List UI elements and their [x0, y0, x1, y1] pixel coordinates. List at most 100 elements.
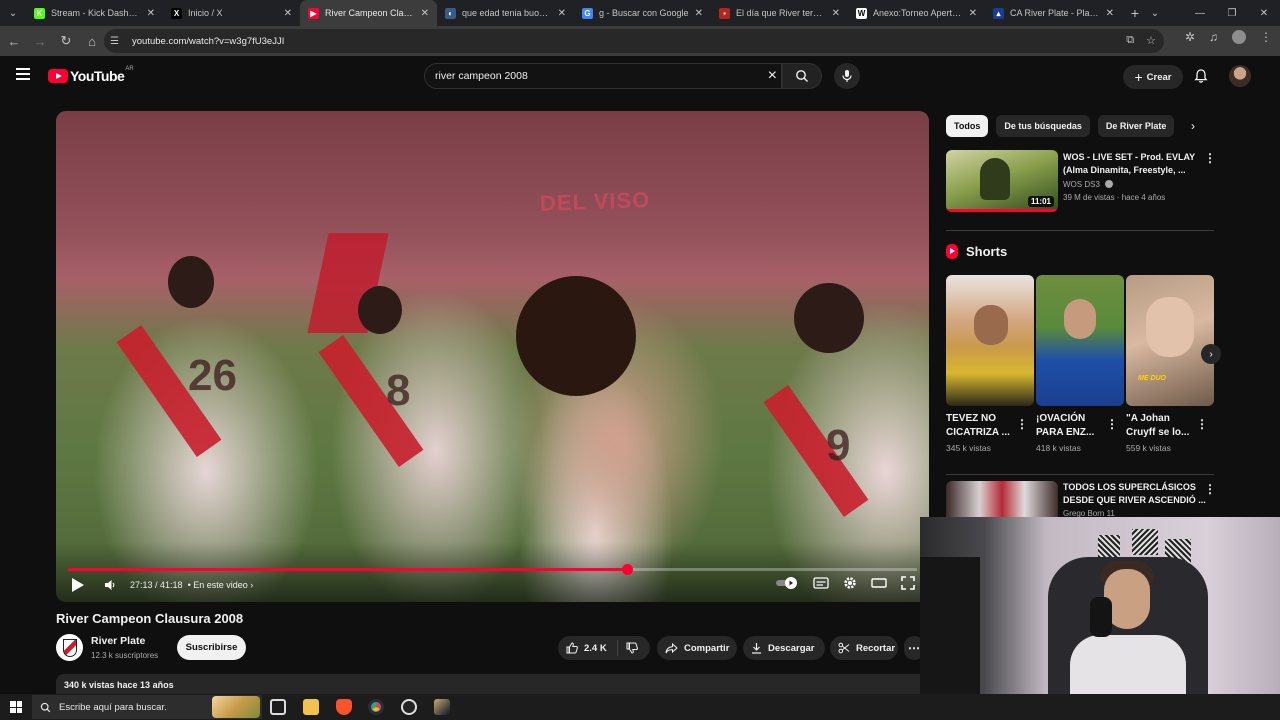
- youtube-logo[interactable]: YouTube AR: [48, 66, 134, 84]
- clip-button[interactable]: Recortar: [830, 636, 898, 660]
- filter-chip[interactable]: De tus búsquedas: [996, 115, 1090, 137]
- volume-icon[interactable]: [103, 578, 117, 592]
- league-client-icon[interactable]: [434, 699, 450, 715]
- chapter-link[interactable]: • En este video: [188, 580, 248, 590]
- account-avatar[interactable]: [1229, 65, 1251, 87]
- browser-tab[interactable]: K Stream - Kick Dashboard ✕: [26, 0, 163, 26]
- task-view-icon[interactable]: [270, 699, 286, 715]
- chips-next-icon[interactable]: ›: [1191, 119, 1195, 133]
- video-channel[interactable]: WOS DS3: [1063, 180, 1114, 189]
- download-icon: [752, 643, 761, 654]
- tab-favicon-icon: X: [171, 7, 182, 19]
- close-window-icon[interactable]: ✕: [1248, 0, 1280, 26]
- windows-start-icon[interactable]: [10, 701, 22, 713]
- file-explorer-icon[interactable]: [303, 699, 319, 715]
- tab-close-icon[interactable]: ✕: [1106, 8, 1114, 19]
- webcam-overlay: [920, 517, 1280, 694]
- autoplay-toggle-icon[interactable]: [775, 576, 799, 590]
- dislike-button[interactable]: [618, 642, 638, 654]
- theater-mode-icon[interactable]: [871, 577, 887, 589]
- address-bar[interactable]: ☰ youtube.com/watch?v=w3g7fU3eJJI ⧉ ☆: [104, 29, 1164, 53]
- create-button[interactable]: + Crear: [1123, 65, 1183, 89]
- jersey-number: 9: [826, 421, 851, 470]
- short-title: ¡OVACIÓN PARA ENZ...: [1036, 413, 1095, 438]
- video-title-link[interactable]: WOS - LIVE SET - Prod. EVLAY (Alma Dinam…: [1063, 151, 1209, 177]
- browser-tab[interactable]: ◐ que edad tenia buonanotte ✕: [437, 0, 574, 26]
- tab-list-chevron-icon[interactable]: ⌄: [0, 0, 26, 26]
- progress-bar[interactable]: [68, 564, 917, 575]
- shorts-next-icon[interactable]: ›: [1201, 344, 1221, 364]
- filter-chip[interactable]: Todos: [946, 115, 989, 137]
- clear-search-icon[interactable]: ×: [768, 66, 777, 86]
- recommended-video[interactable]: 11:01 WOS - LIVE SET - Prod. EVLAY (Alma…: [946, 150, 1216, 212]
- tab-close-icon[interactable]: ✕: [695, 8, 703, 19]
- short-thumbnail[interactable]: [1036, 275, 1124, 406]
- browser-tab[interactable]: ▶ River Campeon Clausura 2008 ✕: [300, 0, 437, 26]
- video-title-link[interactable]: TODOS LOS SUPERCLÁSICOS DESDE QUE RIVER …: [1063, 481, 1209, 507]
- more-options-icon[interactable]: ⋮: [1196, 418, 1208, 430]
- tab-close-icon[interactable]: ✕: [832, 8, 840, 19]
- filter-chip[interactable]: De River Plate: [1097, 115, 1175, 137]
- microphone-icon: [842, 70, 852, 82]
- home-icon[interactable]: ⌂: [80, 29, 104, 53]
- search-button[interactable]: [782, 63, 822, 89]
- fullscreen-icon[interactable]: [901, 576, 915, 590]
- browser-tab[interactable]: ▪ El día que River terminó ✕: [711, 0, 848, 26]
- media-controls-icon[interactable]: ♫: [1209, 30, 1218, 44]
- subtitles-icon[interactable]: [813, 577, 829, 589]
- browser-tab[interactable]: ▴ CA River Plate - Plantilla ✕: [985, 0, 1122, 26]
- tab-close-icon[interactable]: ✕: [969, 8, 977, 19]
- tab-close-icon[interactable]: ✕: [284, 8, 292, 19]
- video-thumbnail[interactable]: 11:01: [946, 150, 1058, 212]
- browser-tab[interactable]: Gg - Buscar con Google ✕: [574, 0, 711, 26]
- short-thumbnail[interactable]: [946, 275, 1034, 406]
- like-dislike-pill: 2.4 K: [558, 636, 650, 660]
- youtube-play-logo-icon: [48, 69, 68, 83]
- channel-avatar[interactable]: [56, 634, 83, 661]
- more-options-icon[interactable]: ⋮: [1204, 152, 1216, 164]
- tab-close-icon[interactable]: ✕: [421, 8, 429, 19]
- back-icon[interactable]: ←: [2, 29, 26, 53]
- browser-tab[interactable]: X Inicio / X ✕: [163, 0, 300, 26]
- browser-tab[interactable]: W Anexo:Torneo Apertura 2 ✕: [848, 0, 985, 26]
- reload-icon[interactable]: ↻: [54, 29, 78, 53]
- tab-search-icon[interactable]: ⌄: [1139, 0, 1171, 26]
- section-divider: [946, 474, 1214, 475]
- minimize-icon[interactable]: —: [1184, 0, 1216, 26]
- thumbnail-face: [974, 305, 1008, 345]
- play-icon[interactable]: [72, 578, 84, 592]
- extensions-icon[interactable]: ✲: [1185, 30, 1195, 44]
- tab-close-icon[interactable]: ✕: [147, 8, 155, 19]
- taskbar-search[interactable]: Escribe aquí para buscar.: [32, 695, 262, 719]
- site-info-icon[interactable]: ☰: [110, 36, 124, 47]
- video-thumbnail[interactable]: [946, 481, 1058, 517]
- channel-name[interactable]: River Plate: [91, 635, 145, 647]
- obs-studio-icon[interactable]: [401, 699, 417, 715]
- video-channel[interactable]: Grego Born 11: [1063, 509, 1115, 517]
- tab-favicon-icon: W: [856, 7, 867, 19]
- restore-icon[interactable]: ❐: [1216, 0, 1248, 26]
- download-button[interactable]: Descargar: [743, 636, 825, 660]
- bookmark-star-icon[interactable]: ☆: [1146, 34, 1156, 47]
- menu-icon[interactable]: [16, 68, 30, 80]
- chrome-icon[interactable]: [368, 699, 384, 715]
- install-app-icon[interactable]: ⧉: [1126, 34, 1134, 47]
- video-player[interactable]: DEL VISO 26 8 9 27:13 / 41:18 • En este …: [56, 111, 929, 602]
- more-options-icon[interactable]: ⋮: [1204, 483, 1216, 495]
- more-options-icon[interactable]: ⋮: [1016, 418, 1028, 430]
- share-button[interactable]: Compartir: [657, 636, 737, 660]
- settings-gear-icon[interactable]: [843, 576, 857, 590]
- brave-browser-icon[interactable]: [336, 699, 352, 715]
- voice-search-button[interactable]: [834, 63, 860, 89]
- browser-menu-icon[interactable]: ⋮: [1260, 30, 1272, 44]
- profile-avatar[interactable]: [1232, 30, 1246, 44]
- notifications-bell-icon[interactable]: [1193, 68, 1209, 84]
- tab-close-icon[interactable]: ✕: [558, 8, 566, 19]
- forward-icon[interactable]: →: [28, 29, 52, 53]
- search-input[interactable]: river campeon 2008 ×: [424, 63, 782, 89]
- short-thumbnail[interactable]: ME DUO: [1126, 275, 1214, 406]
- more-options-icon[interactable]: ⋮: [1106, 418, 1118, 430]
- subscribe-button[interactable]: Suscribirse: [177, 635, 246, 660]
- recommended-video[interactable]: TODOS LOS SUPERCLÁSICOS DESDE QUE RIVER …: [946, 481, 1216, 517]
- like-button[interactable]: 2.4 K: [558, 640, 618, 656]
